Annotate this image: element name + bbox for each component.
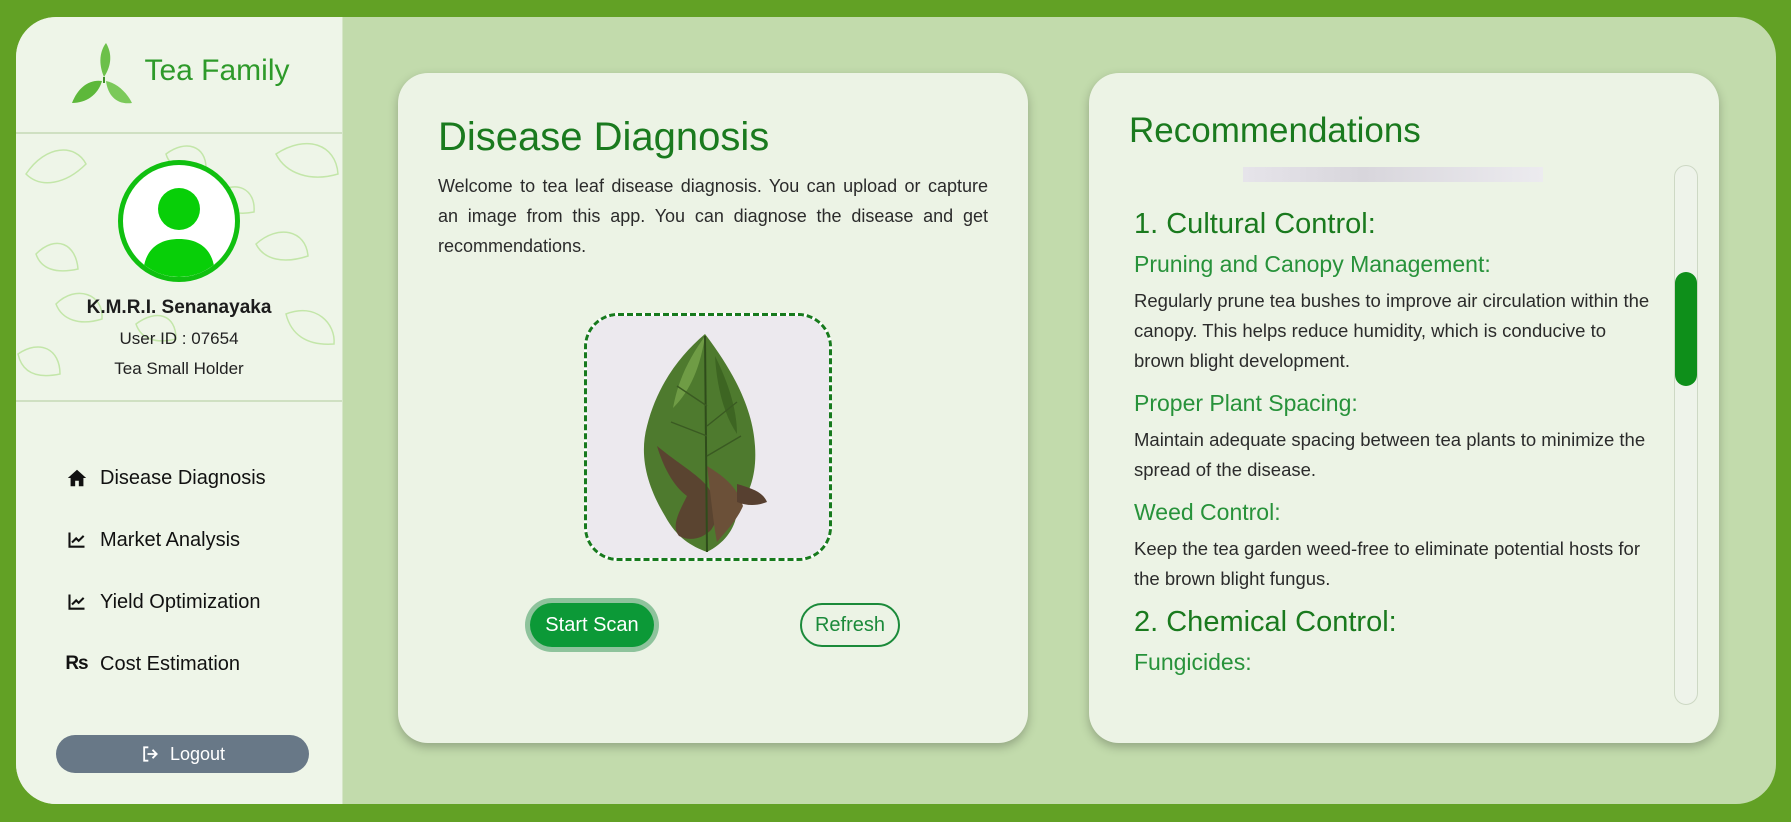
user-silhouette-icon: [143, 188, 215, 277]
user-role: Tea Small Holder: [114, 359, 244, 378]
subsection-heading: Proper Plant Spacing:: [1134, 390, 1358, 416]
start-scan-button[interactable]: Start Scan: [530, 603, 654, 647]
diagnosis-description: Welcome to tea leaf disease diagnosis. Y…: [438, 176, 988, 256]
refresh-button[interactable]: Refresh: [800, 603, 900, 647]
subsection-heading: Pruning and Canopy Management:: [1134, 251, 1491, 277]
sidebar-item-market-analysis[interactable]: Market Analysis: [66, 509, 342, 571]
section-heading: 2. Chemical Control:: [1134, 606, 1397, 638]
recommendation-text: Keep the tea garden weed-free to elimina…: [1134, 538, 1640, 589]
logout-label: Logout: [169, 743, 226, 764]
subsection-heading: Fungicides:: [1134, 649, 1252, 675]
sidebar-item-label: Market Analysis: [100, 528, 241, 551]
recommendation-text: Maintain adequate spacing between tea pl…: [1134, 429, 1646, 480]
section-heading: 1. Cultural Control:: [1134, 208, 1376, 240]
logout-icon: [143, 746, 158, 762]
recommendations-content[interactable]: 1. Cultural Control: Pruning and Canopy …: [1134, 188, 1654, 708]
logout-button[interactable]: Logout: [56, 735, 309, 773]
diagnosis-card: Disease Diagnosis Welcome to tea leaf di…: [398, 73, 1028, 743]
app-window: Tea Family K.M.R.I. Senanayaka User ID:…: [16, 17, 1776, 804]
sidebar: Tea Family K.M.R.I. Senanayaka User ID:…: [16, 17, 343, 804]
recommendations-title: Recommendations: [1129, 111, 1421, 150]
user-name: K.M.R.I. Senanayaka: [86, 297, 272, 318]
sidebar-item-label: Disease Diagnosis: [100, 466, 266, 489]
page-title: Disease Diagnosis: [438, 115, 770, 159]
brand-name: Tea Family: [144, 53, 290, 87]
chart-line-icon: [66, 529, 88, 551]
sidebar-item-disease-diagnosis[interactable]: Disease Diagnosis: [66, 447, 342, 509]
sidebar-item-label: Cost Estimation: [100, 652, 241, 675]
chart-line-icon: [66, 591, 88, 613]
subsection-heading: Weed Control:: [1134, 499, 1281, 525]
rupee-icon: ₨: [65, 653, 89, 674]
home-icon: [66, 467, 88, 489]
sidebar-item-yield-optimization[interactable]: Yield Optimization: [66, 571, 342, 633]
image-strip: [1243, 167, 1543, 182]
sidebar-item-label: Yield Optimization: [100, 590, 261, 613]
recommendations-card: Recommendations 1. Cultural Control: Pru…: [1089, 73, 1719, 743]
profile-card: K.M.R.I. Senanayaka User ID : 07654 Tea …: [16, 134, 342, 402]
sidebar-item-cost-estimation[interactable]: ₨ Cost Estimation: [65, 633, 342, 695]
avatar[interactable]: [118, 160, 240, 282]
scrollbar[interactable]: [1674, 165, 1698, 705]
leaf-image-preview[interactable]: [584, 313, 832, 561]
tea-leaves-logo-icon: [72, 42, 133, 103]
user-id: User ID : 07654: [119, 329, 239, 348]
sidebar-nav: Disease Diagnosis Market Analysis Yield …: [65, 447, 342, 695]
scrollbar-thumb[interactable]: [1675, 272, 1697, 386]
diseased-leaf-image: [587, 316, 829, 558]
recommendation-text: Regularly prune tea bushes to improve ai…: [1134, 290, 1650, 371]
brand-header: Tea Family: [16, 17, 342, 134]
